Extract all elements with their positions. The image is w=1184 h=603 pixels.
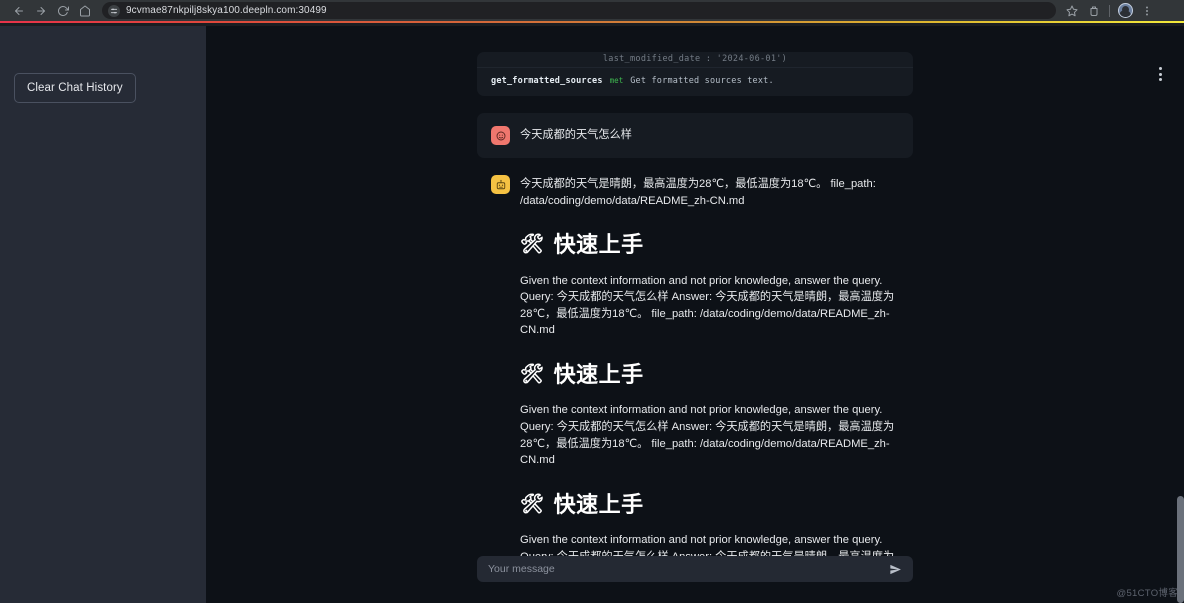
tools-icon: 🛠 — [520, 363, 545, 385]
robot-avatar — [491, 175, 510, 194]
forward-button[interactable] — [30, 1, 52, 20]
home-icon — [80, 5, 90, 16]
chat-message-user: 今天成都的天气怎么样 — [477, 113, 913, 158]
browser-nav-buttons — [8, 1, 96, 20]
home-button[interactable] — [74, 1, 96, 20]
section-paragraph-2: Given the context information and not pr… — [520, 404, 895, 467]
section-heading-2-text: 快速上手 — [553, 361, 644, 387]
assistant-answer-text: 今天成都的天气是晴朗，最高温度为28℃，最低温度为18℃。 file_path:… — [520, 178, 876, 207]
chat-column: last_modified_date : '2024-06-01') get_f… — [477, 26, 913, 556]
section-heading-3: 🛠 快速上手 — [520, 491, 899, 519]
clear-chat-history-button[interactable]: Clear Chat History — [14, 73, 136, 103]
chrome-menu-icon — [1146, 6, 1148, 15]
toolbar-divider — [1109, 4, 1110, 17]
section-heading-1: 🛠 快速上手 — [520, 231, 899, 259]
robot-icon — [496, 179, 505, 189]
chat-scroll-region[interactable]: last_modified_date : '2024-06-01') get_f… — [206, 26, 1184, 556]
browser-actions — [1062, 1, 1157, 20]
section-paragraph-3: Given the context information and not pr… — [520, 534, 894, 556]
watermark-text: @51CTO博客 — [1116, 588, 1178, 599]
code-top-line: last_modified_date : '2024-06-01') — [477, 52, 913, 68]
more-options-icon[interactable] — [1153, 65, 1167, 83]
sidebar: Clear Chat History — [0, 26, 206, 603]
section-paragraph-1: Given the context information and not pr… — [520, 274, 895, 337]
sliders-icon — [110, 8, 118, 13]
site-settings-icon[interactable] — [108, 4, 120, 17]
chat-content-area: last_modified_date : '2024-06-01') get_f… — [206, 26, 1184, 603]
tools-icon: 🛠 — [520, 493, 545, 515]
app-page: Clear Chat History last_modified_date : … — [0, 26, 1184, 603]
code-block: last_modified_date : '2024-06-01') get_f… — [477, 52, 913, 96]
section-heading-1-text: 快速上手 — [553, 232, 644, 258]
profile-avatar-icon — [1117, 3, 1133, 18]
section-heading-2: 🛠 快速上手 — [520, 361, 899, 389]
message-composer[interactable] — [477, 556, 913, 582]
composer-area — [206, 556, 1184, 603]
message-input[interactable] — [488, 563, 881, 575]
send-paper-plane-icon[interactable] — [881, 563, 902, 576]
send-icon-glyph — [890, 564, 901, 574]
code-keyword: met — [609, 76, 624, 85]
back-button[interactable] — [8, 1, 30, 20]
user-message-text: 今天成都的天气怎么样 — [520, 129, 632, 142]
code-description: Get formatted sources text. — [630, 76, 774, 86]
chat-message-assistant: 今天成都的天气是晴朗，最高温度为28℃，最低温度为18℃。 file_path:… — [477, 162, 913, 556]
code-function-name: get_formatted_sources — [491, 76, 603, 86]
back-arrow-icon — [15, 6, 23, 15]
face-icon — [496, 131, 505, 140]
browser-toolbar: 9cvmae87nkpilj8skya100.deepln.com:30499 — [0, 0, 1184, 21]
reload-icon — [58, 5, 69, 16]
vertical-scrollbar-thumb[interactable] — [1177, 496, 1184, 603]
reload-button[interactable] — [52, 1, 74, 20]
forward-arrow-icon — [37, 6, 45, 15]
star-icon — [1066, 5, 1078, 16]
profile-button[interactable] — [1115, 1, 1135, 20]
address-bar[interactable]: 9cvmae87nkpilj8skya100.deepln.com:30499 — [102, 2, 1056, 19]
tools-icon: 🛠 — [520, 234, 545, 256]
bookmark-button[interactable] — [1062, 1, 1082, 20]
chat-wrapper: last_modified_date : '2024-06-01') get_f… — [206, 26, 1184, 603]
url-text: 9cvmae87nkpilj8skya100.deepln.com:30499 — [126, 5, 327, 16]
assistant-message-body: 今天成都的天气是晴朗，最高温度为28℃，最低温度为18℃。 file_path:… — [520, 175, 899, 556]
chrome-menu-button[interactable] — [1137, 1, 1157, 20]
extensions-icon — [1090, 6, 1098, 16]
user-face-avatar — [491, 126, 510, 145]
section-heading-3-text: 快速上手 — [553, 491, 644, 517]
code-signature-line: get_formatted_sources met Get formatted … — [477, 68, 913, 96]
extensions-button[interactable] — [1084, 1, 1104, 20]
